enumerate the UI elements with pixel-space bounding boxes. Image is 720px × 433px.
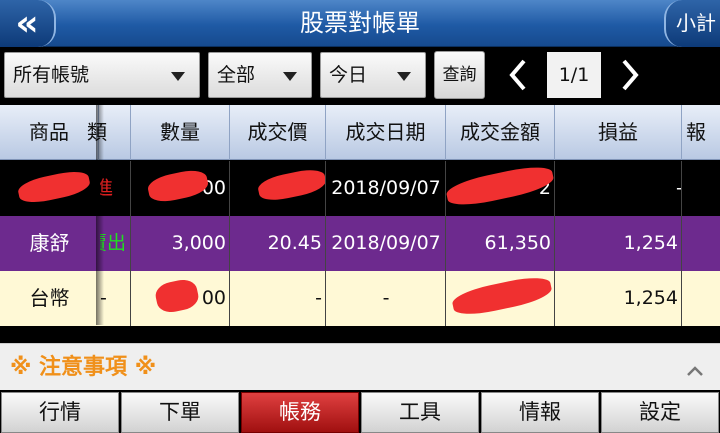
tab-account[interactable]: 帳務 [241,392,359,433]
cell-return: - [676,177,683,199]
cell-type: - [100,271,131,326]
category-select-value: 全部 [217,64,256,86]
table-row[interactable]: 台幣 - 00 - - 1,254 [0,271,720,326]
column-header-product[interactable]: 商品 [0,105,99,160]
cell-price: - [315,287,322,309]
column-header-pnl[interactable]: 損益 [555,105,682,160]
chevron-up-icon[interactable] [686,358,704,382]
column-divider [130,161,131,326]
category-select[interactable]: 全部 [208,52,312,98]
column-header-quantity[interactable]: 數量 [131,105,230,160]
period-select-value: 今日 [329,64,368,86]
cell-return [682,216,720,271]
tab-tools[interactable]: 工具 [361,392,479,433]
cell-product: 康舒 [0,216,99,271]
next-page-button[interactable] [612,51,648,99]
cell-quantity: 3,000 [171,232,226,254]
cell-product: 台幣 [0,271,99,326]
tab-quotes[interactable]: 行情 [1,392,119,433]
column-divider [229,161,230,326]
column-header-amount[interactable]: 成交金額 [446,105,555,160]
cell-price: 20.45 [267,232,322,254]
dropdown-arrow-icon [397,72,411,81]
query-button[interactable]: 查詢 [434,51,485,99]
account-select[interactable]: 所有帳號 [4,52,200,98]
cell-date: 2018/09/07 [331,177,441,199]
tab-settings[interactable]: 設定 [601,392,719,433]
dropdown-arrow-icon [171,72,185,81]
column-divider [554,161,555,326]
column-divider [445,161,446,326]
chevron-right-icon [622,59,639,91]
account-select-value: 所有帳號 [13,64,90,86]
table-row[interactable]: 進 00 2018/09/07 2 - [0,161,720,216]
cell-pnl [555,161,680,216]
cell-return [682,271,720,326]
cell-date: 2018/09/07 [331,232,441,254]
double-chevron-left-icon: « [15,3,38,44]
back-button[interactable]: « [0,0,56,47]
cell-pnl: 1,254 [623,232,678,254]
cell-type: 進 [100,177,114,199]
subtotal-button[interactable]: 小計 [664,0,720,47]
column-header-date[interactable]: 成交日期 [326,105,446,160]
dropdown-arrow-icon [283,72,297,81]
chevron-left-icon [509,59,526,91]
column-divider [681,161,682,326]
cell-type: 賣出 [100,232,127,254]
title-bar: « 股票對帳單 小計 [0,0,720,47]
frozen-column-shadow [96,105,104,325]
prev-page-button[interactable] [500,51,536,99]
page-title: 股票對帳單 [300,9,420,37]
cell-amount: 61,350 [484,232,551,254]
cell-pnl: 1,254 [623,287,678,309]
filter-bar: 所有帳號 全部 今日 查詢 1/1 [0,47,720,105]
period-select[interactable]: 今日 [320,52,426,98]
column-divider [325,161,326,326]
tab-order[interactable]: 下單 [121,392,239,433]
column-header-price[interactable]: 成交價 [230,105,326,160]
notice-label: ※ 注意事項 ※ [10,355,157,380]
column-header-return[interactable]: 報酬 [682,105,720,199]
bottom-tab-bar: 行情 下單 帳務 工具 情報 設定 [0,390,720,433]
notice-section[interactable]: ※ 注意事項 ※ [0,343,720,390]
tab-news[interactable]: 情報 [481,392,599,433]
table-header: 商品 類 數量 成交價 成交日期 成交金額 損益 報酬 [0,105,720,199]
page-indicator: 1/1 [547,52,601,98]
cell-date: - [382,287,390,309]
table-row[interactable]: 康舒 賣出 3,000 20.45 2018/09/07 61,350 1,25… [0,216,720,271]
